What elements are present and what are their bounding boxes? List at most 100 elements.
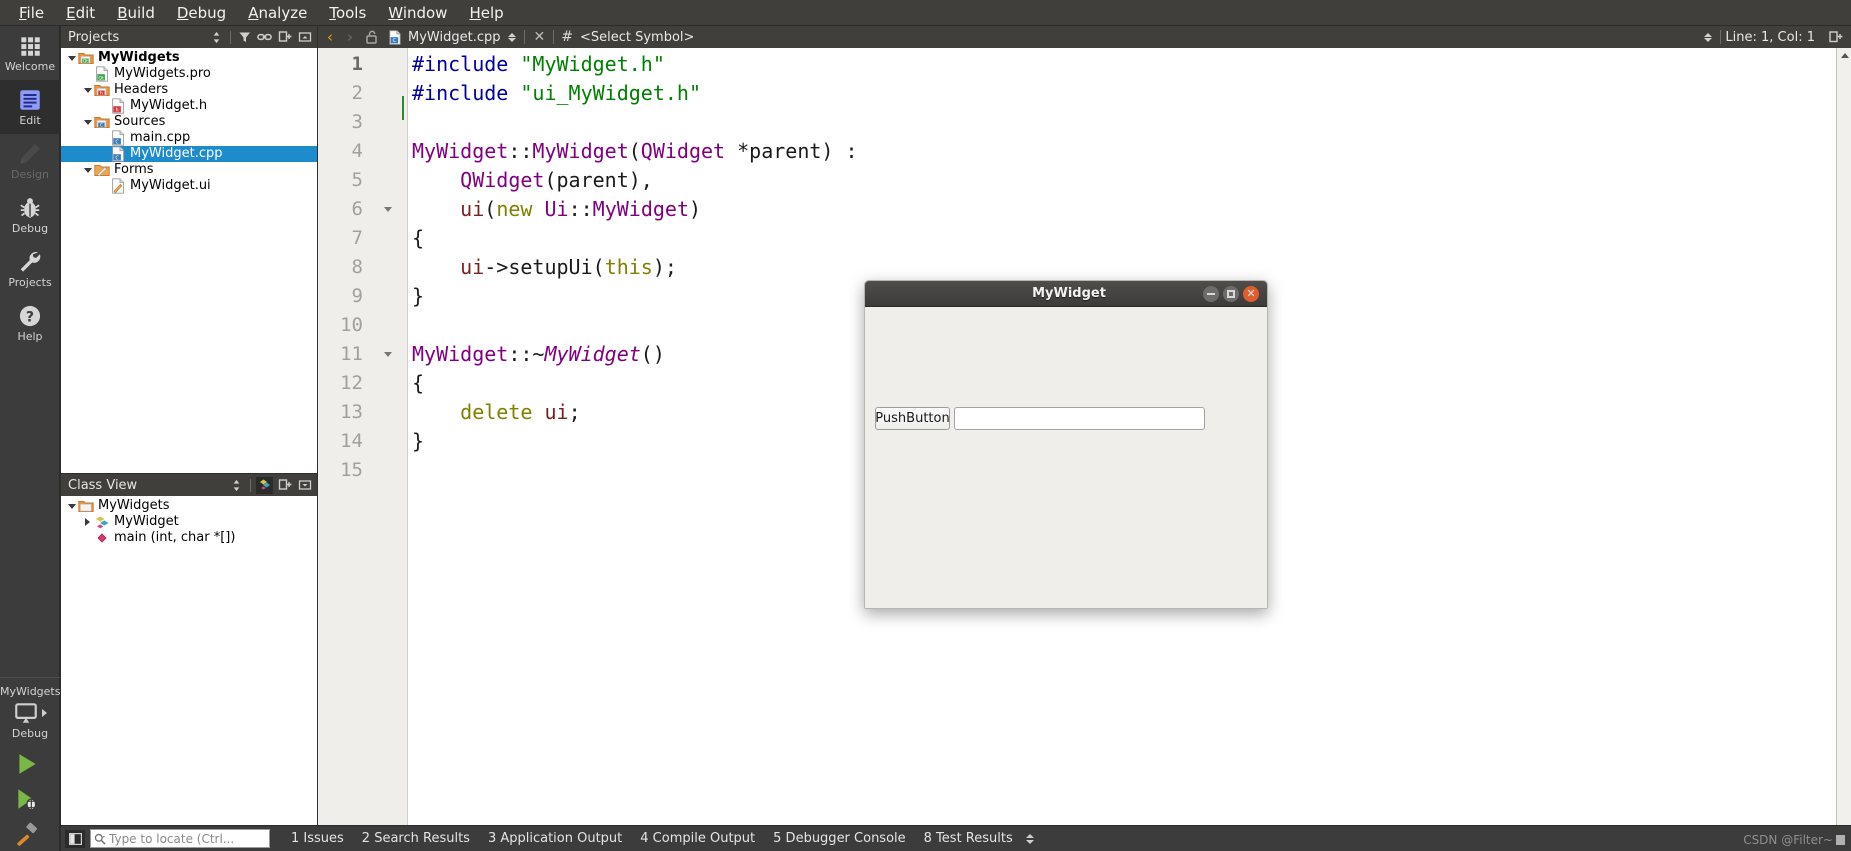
chevron-down-icon bbox=[1025, 839, 1034, 844]
tree-item[interactable]: Cmain.cpp bbox=[61, 130, 317, 146]
kit-selector[interactable] bbox=[0, 700, 60, 727]
mode-button-debug[interactable]: Debug bbox=[0, 188, 60, 242]
menu-build[interactable]: Build bbox=[106, 1, 166, 25]
line-edit-input[interactable] bbox=[954, 407, 1205, 430]
code-token: "ui_MyWidget.h" bbox=[520, 81, 701, 105]
fold-marker-icon[interactable] bbox=[382, 340, 394, 369]
dialog-titlebar[interactable]: MyWidget ✕ bbox=[865, 281, 1267, 307]
projects-tree[interactable]: Qt MyWidgets Qt MyWidgets.pro h Headers h MyWid… bbox=[61, 48, 317, 473]
pencil-icon bbox=[17, 141, 43, 167]
mode-button-help[interactable]: ? Help bbox=[0, 296, 60, 350]
mywidget-application-window[interactable]: MyWidget ✕ PushButton bbox=[864, 280, 1268, 609]
menu-file[interactable]: File bbox=[8, 1, 55, 25]
output-pane-compile-output[interactable]: 4 Compile Output bbox=[631, 831, 764, 846]
monitor-icon bbox=[15, 703, 37, 723]
symbol-selector[interactable]: <Select Symbol> bbox=[580, 30, 694, 45]
chevron-right-icon[interactable] bbox=[81, 514, 94, 530]
line-number: 6 bbox=[351, 198, 363, 220]
code-token: ::~ bbox=[508, 342, 545, 366]
ui-file-icon bbox=[110, 178, 126, 194]
chevron-down-icon[interactable] bbox=[65, 498, 78, 514]
output-pane-application-output[interactable]: 3 Application Output bbox=[479, 831, 631, 846]
code-token: MyWidget bbox=[544, 342, 641, 366]
output-pane-debugger-console[interactable]: 5 Debugger Console bbox=[764, 831, 915, 846]
mode-button-projects[interactable]: Projects bbox=[0, 242, 60, 296]
fold-marker-icon[interactable] bbox=[382, 195, 394, 224]
svg-text:Qt: Qt bbox=[83, 58, 88, 64]
close-icon[interactable]: ✕ bbox=[1243, 285, 1259, 302]
code-line: delete ui; bbox=[409, 398, 858, 427]
output-pane-search-results[interactable]: 2 Search Results bbox=[353, 831, 479, 846]
tree-item[interactable]: Qt MyWidgets bbox=[61, 50, 317, 66]
filter-icon[interactable] bbox=[236, 29, 253, 46]
chevron-down-icon[interactable] bbox=[65, 50, 78, 66]
tree-item[interactable]: h MyWidget.h bbox=[61, 98, 317, 114]
line-number: 2 bbox=[351, 82, 363, 104]
go-forward-button[interactable]: › bbox=[342, 28, 358, 46]
output-pane-dropdown[interactable] bbox=[1022, 833, 1034, 844]
editor-filename[interactable]: MyWidget.cpp bbox=[408, 30, 500, 45]
tree-item[interactable]: MyWidgets bbox=[61, 498, 317, 514]
push-button[interactable]: PushButton bbox=[875, 407, 950, 430]
output-pane-issues[interactable]: 1 Issues bbox=[282, 831, 353, 846]
divider bbox=[0, 677, 60, 678]
code-token: *parent) : bbox=[725, 139, 858, 163]
show-subprojects-icon[interactable] bbox=[256, 476, 273, 494]
locator-input[interactable]: Type to locate (Ctrl... bbox=[90, 829, 270, 848]
toggle-sidebar-icon[interactable] bbox=[65, 829, 85, 848]
tree-item[interactable]: MyWidget bbox=[61, 514, 317, 530]
collapse-dock-icon[interactable] bbox=[296, 477, 313, 494]
collapse-dock-icon[interactable] bbox=[296, 29, 313, 46]
menu-help[interactable]: Help bbox=[458, 1, 514, 25]
svg-text:C: C bbox=[100, 123, 103, 129]
mode-button-welcome[interactable]: Welcome bbox=[0, 26, 60, 80]
kit-build-configuration: Debug bbox=[11, 727, 49, 740]
menu-tools[interactable]: Tools bbox=[318, 1, 377, 25]
document-list-dropdown[interactable] bbox=[504, 32, 520, 42]
code-token: MyWidget bbox=[532, 139, 629, 163]
debug-button[interactable] bbox=[0, 781, 60, 816]
menu-edit[interactable]: Edit bbox=[55, 1, 106, 25]
chevron-down-icon[interactable] bbox=[81, 114, 94, 130]
scroll-up-icon[interactable] bbox=[1837, 48, 1851, 63]
link-icon[interactable] bbox=[256, 29, 273, 46]
mode-button-edit[interactable]: Edit bbox=[0, 80, 60, 134]
forms-folder-icon bbox=[94, 162, 110, 178]
run-button[interactable] bbox=[0, 746, 60, 781]
tree-item[interactable]: h Headers bbox=[61, 82, 317, 98]
output-pane-test-results[interactable]: 8 Test Results bbox=[915, 831, 1022, 846]
tree-item[interactable]: main (int, char *[]) bbox=[61, 530, 317, 546]
go-back-button[interactable]: ‹ bbox=[322, 28, 338, 46]
tree-item[interactable]: MyWidget.ui bbox=[61, 178, 317, 194]
bug-icon bbox=[17, 195, 43, 221]
source-code[interactable]: #include "MyWidget.h" #include "ui_MyWidg… bbox=[409, 48, 858, 485]
build-button[interactable] bbox=[0, 816, 60, 851]
line-number: 11 bbox=[340, 343, 363, 365]
menu-debug[interactable]: Debug bbox=[166, 1, 237, 25]
tree-item[interactable]: Qt MyWidgets.pro bbox=[61, 66, 317, 82]
chevron-down-icon[interactable] bbox=[81, 82, 94, 98]
minimize-icon[interactable] bbox=[1203, 285, 1219, 302]
tree-item[interactable]: C MyWidget.cpp bbox=[61, 146, 317, 162]
tree-item[interactable]: Forms bbox=[61, 162, 317, 178]
expand-all-icon[interactable] bbox=[276, 29, 293, 46]
line-number: 1 bbox=[351, 53, 363, 75]
sync-spinner-icon[interactable] bbox=[228, 477, 245, 494]
chevron-down-icon[interactable] bbox=[81, 162, 94, 178]
sync-spinner-icon[interactable] bbox=[208, 29, 225, 46]
split-editor-icon[interactable] bbox=[1819, 30, 1845, 44]
text-cursor bbox=[402, 96, 404, 120]
editor-vertical-scrollbar[interactable] bbox=[1836, 48, 1851, 851]
menu-window[interactable]: Window bbox=[377, 1, 458, 25]
code-token: QWidget bbox=[640, 139, 726, 163]
code-line: QWidget(parent), bbox=[409, 166, 858, 195]
class-view-tree[interactable]: MyWidgets MyWidget main (int, char *[]) bbox=[61, 496, 317, 825]
line-column-dropdown[interactable] bbox=[1700, 32, 1716, 42]
maximize-icon[interactable] bbox=[1223, 285, 1239, 302]
expand-all-icon[interactable] bbox=[276, 477, 293, 494]
unlocked-padlock-icon[interactable] bbox=[362, 30, 381, 44]
mode-label: Design bbox=[11, 168, 49, 181]
tree-item[interactable]: C Sources bbox=[61, 114, 317, 130]
close-document-icon[interactable]: ✕ bbox=[529, 29, 549, 45]
menu-analyze[interactable]: Analyze bbox=[237, 1, 318, 25]
